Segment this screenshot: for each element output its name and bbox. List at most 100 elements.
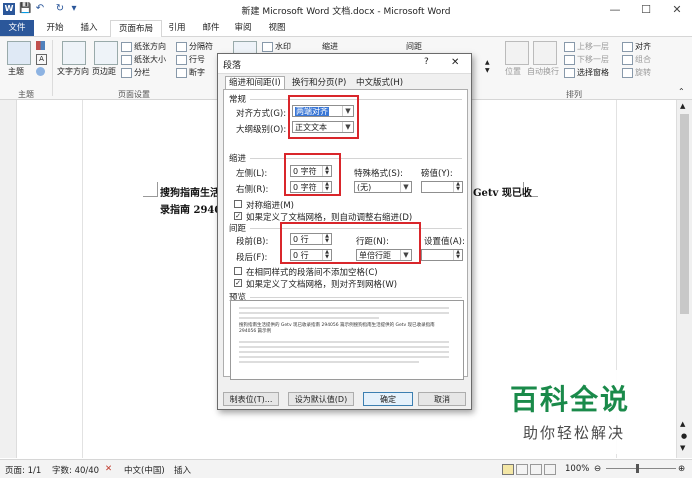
text-direction-icon[interactable] [62,41,86,65]
zoom-out-icon[interactable]: ⊖ [594,464,601,474]
position-label[interactable]: 位置 [505,66,521,77]
special-format-select[interactable]: (无) ▼ [354,181,412,193]
snap-to-grid-checkbox[interactable]: ✓ [234,279,242,287]
browse-object-icon[interactable]: ● [681,432,687,440]
theme-icon[interactable] [7,41,31,65]
full-screen-view-icon[interactable] [516,464,528,475]
rotate-icon [622,67,633,78]
hyphenation-label: 断字 [189,68,205,77]
tab-review[interactable]: 审阅 [228,20,258,36]
snap-to-grid-label[interactable]: 如果定义了文档网格，则对齐到网格(W) [246,278,397,290]
spacing-spinner-up[interactable]: ▲ [485,59,490,66]
set-as-default-button[interactable]: 设为默认值(D) [288,392,354,406]
status-zoom[interactable]: 100% [565,464,589,474]
measure-stepper[interactable]: ▲ ▼ [421,181,463,193]
theme-fonts-icon[interactable]: A [36,54,47,65]
status-mode[interactable]: 插入 [174,464,191,476]
zoom-in-icon[interactable]: ⊕ [678,464,685,474]
margins-icon[interactable] [94,41,118,65]
tab-indent-spacing[interactable]: 缩进和间距(I) [225,76,285,90]
tab-home[interactable]: 开始 [40,20,70,36]
group-label: 组合 [635,55,651,64]
print-layout-view-icon[interactable] [502,464,514,475]
right-indent-label: 右侧(R): [236,185,269,195]
size-label: 纸张大小 [134,55,166,64]
outline-view-icon[interactable] [544,464,556,475]
tab-file[interactable]: 文件 [0,20,34,36]
group-divider [52,40,53,96]
zoom-slider[interactable] [606,468,676,469]
tab-line-page-breaks[interactable]: 换行和分页(P) [289,77,349,89]
theme-colors-icon[interactable] [36,41,45,50]
tab-asian-typography[interactable]: 中文版式(H) [353,77,406,89]
tab-view[interactable]: 视图 [262,20,292,36]
orientation-button[interactable]: 纸张方向 [121,41,166,52]
restore-button[interactable]: ☐ [631,0,661,20]
mirror-indent-label[interactable]: 对称缩进(M) [246,199,294,211]
breaks-button[interactable]: 分隔符 [176,41,213,52]
status-page[interactable]: 页面: 1/1 [5,464,41,476]
space-before-label: 段前(B): [236,237,269,247]
setting-value-stepper[interactable]: ▲ ▼ [421,249,463,261]
dialog-help-button[interactable]: ? [424,57,429,67]
group-theme-label: 主题 [18,90,34,99]
section-general: 常规 [229,95,247,105]
preview-text: 搜狗指南生活提供的 Getv 现已收录指南 294056 篇示例搜狗指南生活提供… [239,323,435,334]
web-layout-view-icon[interactable] [530,464,542,475]
watermark-button[interactable]: 水印 [262,41,291,52]
line-numbers-button[interactable]: 行号 [176,54,205,65]
margins-label[interactable]: 页边距 [92,66,116,77]
mirror-indent-checkbox[interactable] [234,200,242,208]
minimize-button[interactable]: — [600,0,630,20]
status-language[interactable]: 中文(中国) [124,464,165,476]
wrap-text-label[interactable]: 自动换行 [527,66,559,77]
position-icon[interactable] [505,41,529,65]
tab-insert[interactable]: 插入 [74,20,104,36]
indent-label: 缩进 [322,42,338,51]
hyphenation-button[interactable]: 断字 [176,67,205,78]
group-button[interactable]: 组合 [622,54,651,65]
size-button[interactable]: 纸张大小 [121,54,166,65]
chevron-down-icon[interactable]: ▼ [400,182,411,192]
space-after-label: 段后(F): [236,253,268,263]
rotate-button[interactable]: 旋转 [622,67,651,78]
tab-mailings[interactable]: 邮件 [196,20,226,36]
auto-adjust-indent-checkbox[interactable]: ✓ [234,212,242,220]
scroll-up-icon[interactable]: ▲ [680,102,685,110]
paragraph-dialog: 段落 ? ✕ 缩进和间距(I) 换行和分页(P) 中文版式(H) 常规 对齐方式… [217,53,472,410]
tab-references[interactable]: 引用 [162,20,192,36]
next-page-icon[interactable]: ▼ [680,444,685,452]
dialog-title-bar[interactable]: 段落 ? ✕ [218,54,471,74]
group-page-setup-label: 页面设置 [118,90,150,99]
tab-page-layout[interactable]: 页面布局 [110,20,162,37]
cancel-button[interactable]: 取消 [418,392,466,406]
scroll-thumb[interactable] [680,114,689,314]
columns-button[interactable]: 分栏 [121,67,150,78]
tabs-button[interactable]: 制表位(T)... [223,392,279,406]
no-space-same-style-label[interactable]: 在相同样式的段落间不添加空格(C) [246,266,378,278]
theme-button-label[interactable]: 主题 [8,66,24,77]
proofing-icon[interactable]: ✕ [105,464,112,474]
special-format-value: (无) [357,183,372,192]
previous-page-icon[interactable]: ▲ [680,420,685,428]
vertical-scrollbar[interactable]: ▲ ▲ ● ▼ [676,100,692,458]
dialog-close-button[interactable]: ✕ [451,57,459,68]
spacing-spinner-down[interactable]: ▼ [485,67,490,74]
align-button[interactable]: 对齐 [622,41,651,52]
ok-button[interactable]: 确定 [363,392,413,406]
bring-forward-button[interactable]: 上移一层 [564,41,609,52]
spinner-arrows-icon[interactable]: ▲ ▼ [453,250,462,260]
selection-pane-button[interactable]: 选择窗格 [564,67,609,78]
text-direction-label[interactable]: 文字方向 [57,66,89,77]
close-window-button[interactable]: ✕ [662,0,692,20]
alignment-label: 对齐方式(G): [236,109,287,119]
section-spacing: 间距 [229,224,247,234]
spinner-arrows-icon[interactable]: ▲ ▼ [453,182,462,192]
collapse-ribbon-icon[interactable]: ⌃ [678,87,685,96]
no-space-same-style-checkbox[interactable] [234,267,242,275]
status-words[interactable]: 字数: 40/40 [52,464,99,476]
send-backward-button[interactable]: 下移一层 [564,54,609,65]
wrap-text-icon[interactable] [533,41,557,65]
zoom-slider-thumb[interactable] [636,464,639,473]
theme-effects-icon[interactable] [36,67,45,76]
